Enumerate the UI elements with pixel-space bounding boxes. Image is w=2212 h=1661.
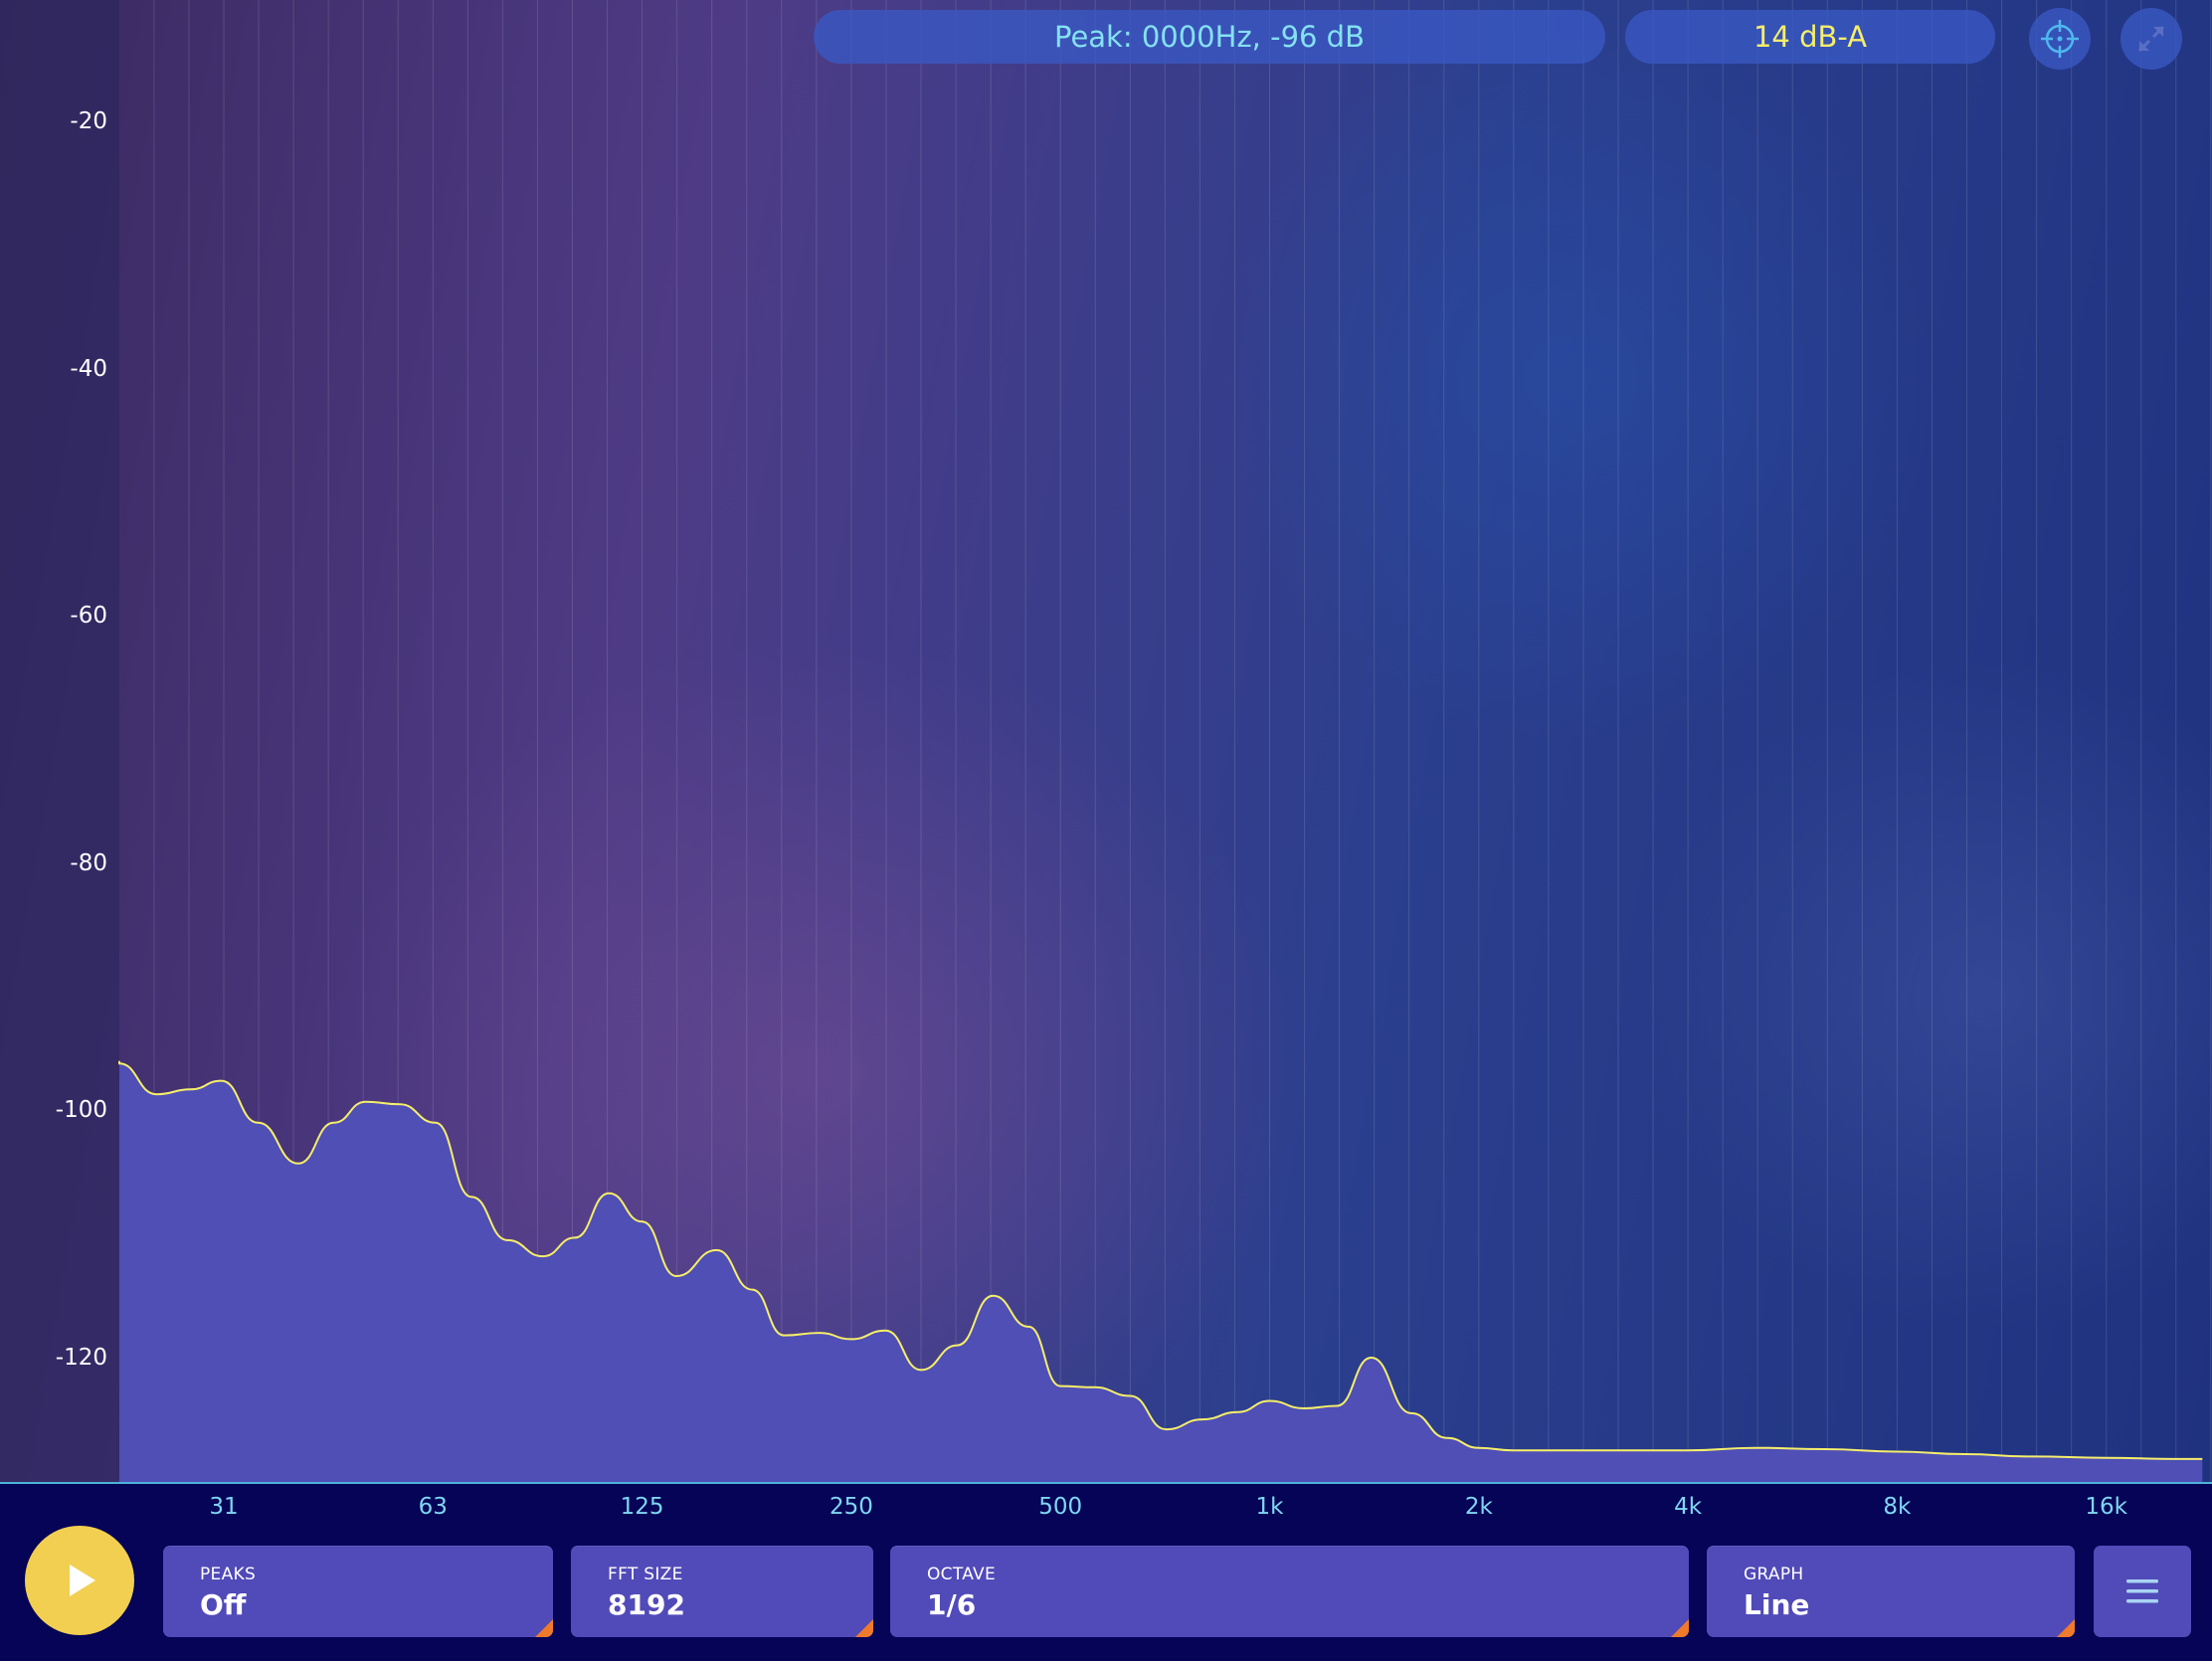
peaks-title: PEAKS [200, 1565, 257, 1584]
y-tick-label: -20 [70, 108, 107, 134]
y-tick-label: -80 [70, 849, 107, 876]
spectrum-chart [118, 0, 2212, 1482]
x-tick-label: 1k [1255, 1494, 1284, 1520]
peak-readout-text: Peak: 0000Hz, -96 dB [1053, 20, 1365, 54]
spectrum-fill [119, 1060, 2203, 1482]
play-icon [70, 1565, 95, 1596]
fft-size-value: 8192 [608, 1588, 685, 1621]
octave-setting[interactable]: OCTAVE 1/6 [890, 1546, 1689, 1637]
graph-value: Line [1744, 1588, 1810, 1621]
x-tick-label: 125 [620, 1494, 664, 1520]
y-tick-label: -60 [70, 603, 107, 630]
y-tick-label: -100 [55, 1097, 107, 1124]
y-tick-label: -120 [55, 1345, 107, 1371]
expand-button[interactable] [2120, 8, 2182, 70]
peak-readout[interactable]: Peak: 0000Hz, -96 dB [814, 10, 1605, 64]
x-tick-label: 63 [418, 1494, 448, 1520]
x-tick-label: 2k [1464, 1494, 1493, 1520]
x-tick-label: 500 [1038, 1494, 1083, 1520]
graph-setting[interactable]: GRAPH Line [1707, 1546, 2075, 1637]
x-tick-label: 16k [2085, 1494, 2127, 1520]
octave-value: 1/6 [927, 1588, 977, 1621]
crosshair-button[interactable] [2029, 8, 2091, 70]
peaks-setting[interactable]: PEAKS Off [163, 1546, 553, 1637]
play-button[interactable] [25, 1526, 134, 1635]
x-tick-label: 8k [1883, 1494, 1912, 1520]
dropdown-corner-icon [855, 1619, 873, 1637]
graph-title: GRAPH [1744, 1565, 1804, 1584]
y-tick-label: -40 [70, 355, 107, 382]
fft-size-title: FFT SIZE [608, 1565, 683, 1584]
peaks-value: Off [200, 1588, 247, 1621]
x-tick-label: 250 [829, 1494, 873, 1520]
x-tick-label: 4k [1674, 1494, 1703, 1520]
x-tick-label: 31 [209, 1494, 239, 1520]
octave-title: OCTAVE [927, 1565, 997, 1584]
level-readout-text: 14 dB-A [1752, 20, 1868, 54]
dropdown-corner-icon [1671, 1619, 1689, 1637]
crosshair-icon [2041, 20, 2079, 58]
dropdown-corner-icon [2057, 1619, 2075, 1637]
expand-icon [2137, 25, 2165, 53]
level-readout[interactable]: 14 dB-A [1625, 10, 1995, 64]
fft-size-setting[interactable]: FFT SIZE 8192 [571, 1546, 873, 1637]
hamburger-menu-icon [2126, 1579, 2158, 1603]
menu-button[interactable] [2094, 1546, 2191, 1637]
dropdown-corner-icon [535, 1619, 553, 1637]
